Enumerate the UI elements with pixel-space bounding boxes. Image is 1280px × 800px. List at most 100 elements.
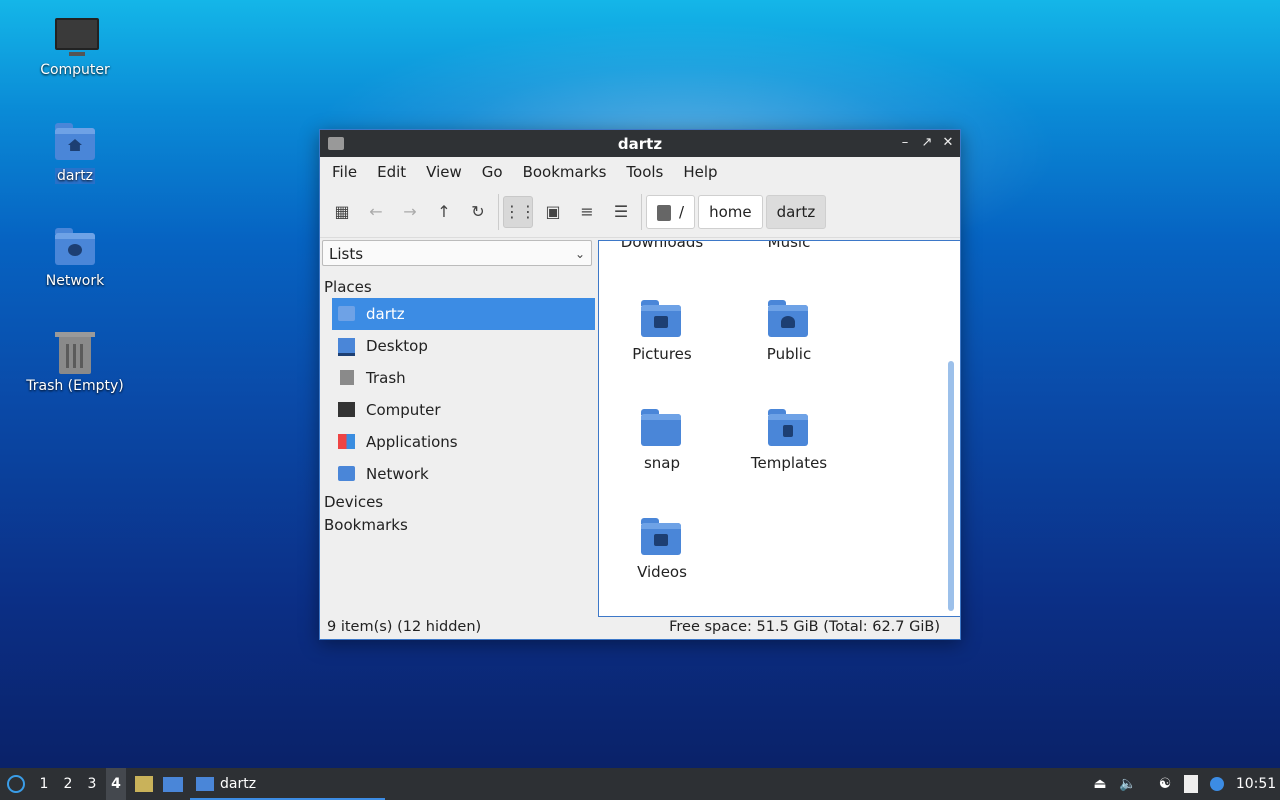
place-item-dartz[interactable]: dartz <box>332 298 595 330</box>
network-folder-icon <box>338 466 355 481</box>
show-desktop-icon[interactable] <box>160 768 186 800</box>
file-item-downloads[interactable]: Downloads <box>607 240 717 251</box>
taskbar: 1 2 3 4 dartz ⏏ 🔈 ☯ 10:51 <box>0 768 1280 800</box>
icon-view-icon[interactable]: ⋮⋮ <box>503 196 536 228</box>
place-item-computer[interactable]: Computer <box>332 394 595 426</box>
desktop-icon-label: Network <box>45 273 105 289</box>
folder-icon <box>196 777 214 791</box>
file-view[interactable]: Downloads Music Pictures Public snap Tem… <box>598 240 961 617</box>
side-pane: Lists ⌄ Places dartz Desktop Trash Compu… <box>320 238 596 613</box>
network-status-icon[interactable]: ☯ <box>1154 768 1176 800</box>
breadcrumb-label: / <box>679 203 685 221</box>
toolbar-separator <box>641 194 642 230</box>
place-label: Network <box>366 465 429 483</box>
devices-heading[interactable]: Devices <box>324 493 383 511</box>
start-menu-button[interactable] <box>4 768 28 800</box>
file-item-pictures[interactable]: Pictures <box>607 299 717 363</box>
file-item-music[interactable]: Music <box>734 240 844 251</box>
back-arrow-icon[interactable]: ← <box>362 197 390 227</box>
status-item-count: 9 item(s) (12 hidden) <box>327 619 482 635</box>
desktop-icon-network[interactable]: Network <box>20 227 130 289</box>
file-label: Pictures <box>632 345 692 363</box>
place-item-network[interactable]: Network <box>332 458 595 490</box>
home-folder-icon <box>53 122 97 162</box>
detailed-list-view-icon[interactable]: ☰ <box>607 197 635 227</box>
breadcrumb-dartz[interactable]: dartz <box>765 195 827 229</box>
thumbnail-view-icon[interactable]: ▣ <box>539 197 567 227</box>
menu-go[interactable]: Go <box>474 163 515 181</box>
status-bar: 9 item(s) (12 hidden) Free space: 51.5 G… <box>320 615 960 639</box>
file-manager-window: dartz – ↗ ✕ File Edit View Go Bookmarks … <box>319 129 961 640</box>
chevron-down-icon: ⌄ <box>574 247 585 261</box>
home-folder-icon <box>338 306 355 321</box>
eject-icon[interactable]: ⏏ <box>1090 768 1110 800</box>
minimize-button[interactable]: – <box>896 134 914 152</box>
side-pane-mode-select[interactable]: Lists ⌄ <box>322 240 592 266</box>
volume-icon[interactable]: 🔈 <box>1116 768 1140 800</box>
trash-icon <box>53 332 97 374</box>
workspace-2-button[interactable]: 2 <box>58 768 78 800</box>
bookmarks-heading[interactable]: Bookmarks <box>324 516 408 534</box>
trash-icon <box>340 370 354 385</box>
drive-icon <box>657 204 671 221</box>
file-label: Public <box>766 345 812 363</box>
applications-icon <box>338 434 355 449</box>
place-label: Applications <box>366 433 458 451</box>
maximize-button[interactable]: ↗ <box>918 134 936 152</box>
file-label: Downloads <box>620 240 704 251</box>
forward-arrow-icon[interactable]: → <box>396 197 424 227</box>
up-arrow-icon[interactable]: ↑ <box>430 197 458 227</box>
places-heading[interactable]: Places <box>324 278 372 296</box>
file-item-videos[interactable]: Videos <box>607 517 717 581</box>
file-label: Templates <box>750 454 828 472</box>
videos-folder-icon <box>641 517 683 555</box>
desktop-icon-label: dartz <box>54 168 96 184</box>
menu-bar: File Edit View Go Bookmarks Tools Help <box>320 157 960 187</box>
templates-folder-icon <box>768 408 810 446</box>
desktop-icon-trash[interactable]: Trash (Empty) <box>20 332 130 394</box>
place-item-trash[interactable]: Trash <box>332 362 595 394</box>
menu-tools[interactable]: Tools <box>618 163 675 181</box>
place-item-desktop[interactable]: Desktop <box>332 330 595 362</box>
file-item-templates[interactable]: Templates <box>734 408 844 472</box>
taskbar-window-button[interactable]: dartz <box>190 768 385 800</box>
toolbar: ▦ ← → ↑ ↻ ⋮⋮ ▣ ≡ ☰ / home dartz <box>320 187 960 238</box>
workspace-4-button[interactable]: 4 <box>106 768 126 800</box>
new-tab-icon[interactable]: ▦ <box>328 197 356 227</box>
notification-icon[interactable] <box>1206 768 1228 800</box>
desktop-icon-home[interactable]: dartz <box>20 122 130 184</box>
reload-icon[interactable]: ↻ <box>464 197 492 227</box>
clock[interactable]: 10:51 <box>1234 768 1278 800</box>
file-label: Videos <box>637 563 687 581</box>
file-label: Music <box>767 240 811 251</box>
window-titlebar[interactable]: dartz – ↗ ✕ <box>320 130 960 157</box>
network-folder-icon <box>53 227 97 267</box>
breadcrumb-home[interactable]: home <box>698 195 763 229</box>
monitor-icon <box>338 402 355 417</box>
file-manager-launcher-icon[interactable] <box>132 768 156 800</box>
workspace-1-button[interactable]: 1 <box>34 768 54 800</box>
file-item-public[interactable]: Public <box>734 299 844 363</box>
scrollbar[interactable] <box>948 361 954 611</box>
menu-view[interactable]: View <box>418 163 474 181</box>
toolbar-separator <box>498 194 499 230</box>
menu-help[interactable]: Help <box>675 163 729 181</box>
menu-edit[interactable]: Edit <box>369 163 418 181</box>
clipboard-icon[interactable] <box>1180 768 1202 800</box>
menu-bookmarks[interactable]: Bookmarks <box>515 163 619 181</box>
window-title: dartz <box>617 135 663 153</box>
pictures-folder-icon <box>641 299 683 337</box>
desktop-icon-computer[interactable]: Computer <box>20 16 130 78</box>
public-folder-icon <box>768 299 810 337</box>
file-label: snap <box>643 454 681 472</box>
workspace-3-button[interactable]: 3 <box>82 768 102 800</box>
compact-view-icon[interactable]: ≡ <box>573 197 601 227</box>
desktop-icon-label: Computer <box>40 62 110 78</box>
close-button[interactable]: ✕ <box>939 134 957 152</box>
breadcrumb-root[interactable]: / <box>646 195 696 229</box>
menu-file[interactable]: File <box>324 163 369 181</box>
folder-icon <box>641 408 683 446</box>
place-item-applications[interactable]: Applications <box>332 426 595 458</box>
file-item-snap[interactable]: snap <box>607 408 717 472</box>
place-label: Desktop <box>366 337 428 355</box>
